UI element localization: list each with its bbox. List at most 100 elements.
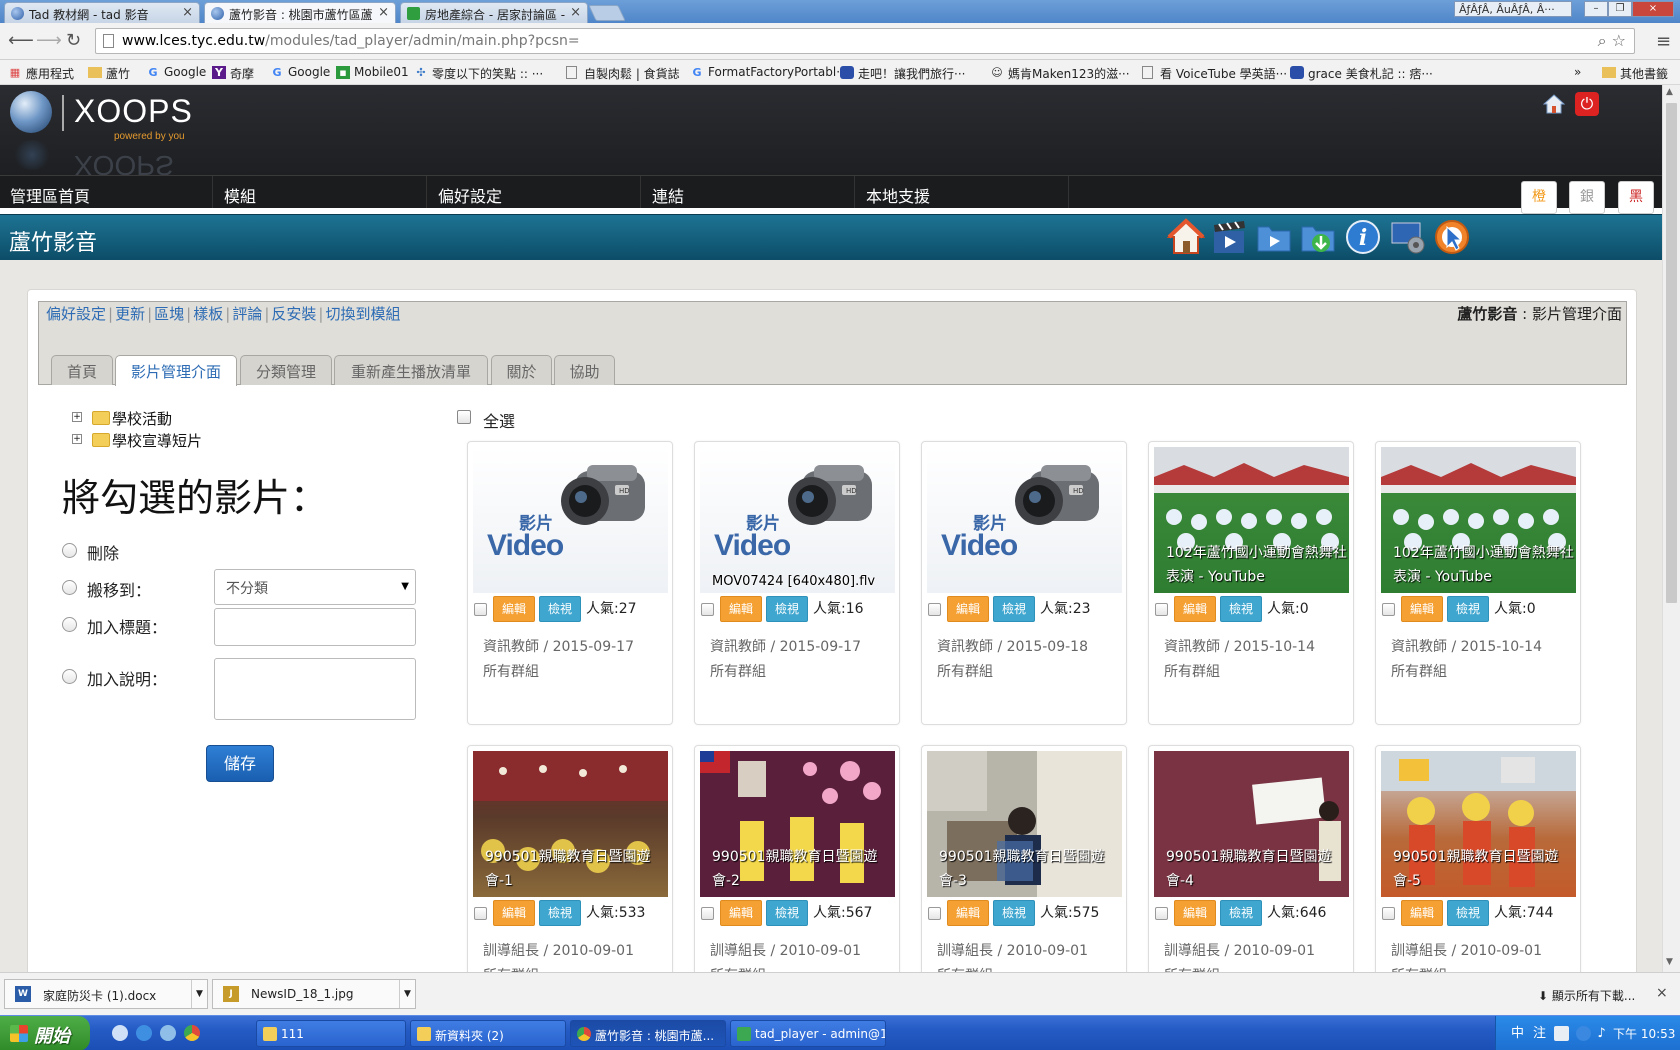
bookmark-apps[interactable]: ▦ 應用程式 <box>8 65 74 82</box>
forward-arrow-icon[interactable]: ⟶ <box>36 31 62 51</box>
tab-close-icon[interactable]: × <box>570 5 581 20</box>
bookmark-google[interactable]: G Google <box>146 65 206 79</box>
edit-button[interactable]: 編輯 <box>493 596 535 622</box>
scroll-up-icon[interactable]: ▲ <box>1666 87 1673 97</box>
link-uninstall[interactable]: 反安裝 <box>271 305 316 323</box>
bookmark-grace[interactable]: grace 美食札記 :: 痞··· <box>1290 65 1433 82</box>
link-blocks[interactable]: 區塊 <box>154 305 184 323</box>
edit-button[interactable]: 編輯 <box>493 900 535 926</box>
link-templates[interactable]: 樣板 <box>193 305 223 323</box>
tab-close-icon[interactable]: × <box>182 5 193 20</box>
video-thumbnail[interactable]: 990501親職教育日暨園遊會-3 <box>927 751 1122 897</box>
view-button[interactable]: 檢視 <box>539 596 581 622</box>
edit-button[interactable]: 編輯 <box>1174 900 1216 926</box>
show-all-downloads-link[interactable]: ⬇ 顯示所有下載... <box>1538 987 1635 1004</box>
browser-tab[interactable]: Tad 教材網 - tad 影音 × <box>4 2 200 23</box>
video-select-checkbox[interactable] <box>928 603 941 616</box>
bookmark-voicetube[interactable]: 看 VoiceTube 學英語··· <box>1142 65 1287 82</box>
logout-power-icon[interactable]: ⏻ <box>1575 92 1599 116</box>
view-button[interactable]: 檢視 <box>766 900 808 926</box>
video-select-checkbox[interactable] <box>1155 603 1168 616</box>
video-select-checkbox[interactable] <box>928 907 941 920</box>
radio-move[interactable] <box>62 580 77 595</box>
tab-regenerate-playlist[interactable]: 重新產生播放清單 <box>334 355 488 385</box>
menu-icon[interactable]: ≡ <box>1656 31 1671 52</box>
taskbar-new-folder[interactable]: 新資料夾 (2) <box>410 1020 566 1047</box>
select-all-checkbox[interactable] <box>457 410 471 424</box>
tab-category-management[interactable]: 分類管理 <box>240 355 332 385</box>
page-scrollbar[interactable]: ▲ ▼ <box>1662 85 1680 972</box>
tab-about[interactable]: 關於 <box>491 355 552 385</box>
edit-button[interactable]: 編輯 <box>947 596 989 622</box>
bookmark-recipe[interactable]: 自製肉鬆 | 食貨誌 <box>566 65 680 82</box>
link-preferences[interactable]: 偏好設定 <box>46 305 106 323</box>
minimize-button[interactable]: – <box>1584 1 1608 17</box>
view-button[interactable]: 檢視 <box>539 900 581 926</box>
video-thumbnail[interactable]: 990501親職教育日暨園遊會-5 <box>1381 751 1576 897</box>
star-icon[interactable]: ☆ <box>1612 31 1626 50</box>
view-button[interactable]: 檢視 <box>1220 900 1262 926</box>
download-menu-arrow-icon[interactable]: ▼ <box>191 980 207 1008</box>
edit-button[interactable]: 編輯 <box>1401 596 1443 622</box>
save-button[interactable]: 儲存 <box>206 745 274 782</box>
bookmark-formatfactory[interactable]: G FormatFactoryPortabl··· <box>690 65 847 79</box>
video-thumbnail[interactable]: HD 影片 Video <box>927 447 1122 593</box>
video-select-checkbox[interactable] <box>474 907 487 920</box>
view-button[interactable]: 檢視 <box>766 596 808 622</box>
bookmark-maken[interactable]: ☺ 媽肯Maken123的滋··· <box>990 65 1129 82</box>
new-tab-button[interactable] <box>588 5 626 21</box>
video-thumbnail[interactable]: 990501親職教育日暨園遊會-4 <box>1154 751 1349 897</box>
video-select-checkbox[interactable] <box>1382 907 1395 920</box>
bookmark-google[interactable]: G Google <box>270 65 330 79</box>
taskbar-chrome-window[interactable]: 蘆竹影音 : 桃園市蘆... <box>570 1020 726 1047</box>
network-icon[interactable] <box>1576 1026 1591 1041</box>
edit-button[interactable]: 編輯 <box>947 900 989 926</box>
tree-item-school-promo[interactable]: + 學校宣導短片 <box>72 430 202 451</box>
menu-modules[interactable]: 模組 <box>214 176 427 208</box>
edit-button[interactable]: 編輯 <box>1401 900 1443 926</box>
quicklaunch-chrome-icon[interactable] <box>184 1025 200 1041</box>
restore-button[interactable]: ❐ <box>1608 1 1632 17</box>
close-download-shelf-icon[interactable]: × <box>1656 985 1668 1001</box>
edit-button[interactable]: 編輯 <box>720 596 762 622</box>
ime-mode-icon[interactable]: 注 <box>1532 1026 1547 1041</box>
taskbar-folder-111[interactable]: 111 <box>256 1020 406 1047</box>
video-select-checkbox[interactable] <box>474 603 487 616</box>
window-close-button[interactable]: × <box>1632 1 1674 17</box>
address-bar[interactable]: www.lces.tyc.edu.tw/modules/tad_player/a… <box>95 28 1635 54</box>
download-menu-arrow-icon[interactable]: ▼ <box>399 980 415 1008</box>
view-button[interactable]: 檢視 <box>1220 596 1262 622</box>
taskbar-tad-player[interactable]: tad_player - admin@1... <box>730 1020 886 1047</box>
video-thumbnail[interactable]: HD 影片 Video MOV07424 [640x480].flv <box>700 447 895 593</box>
keyboard-icon[interactable] <box>1554 1026 1569 1041</box>
tab-help[interactable]: 協助 <box>554 355 615 385</box>
bookmark-other[interactable]: 其他書籤 <box>1602 65 1668 82</box>
quicklaunch-ie-icon[interactable] <box>136 1025 152 1041</box>
bookmark-travel[interactable]: 走吧！讓我們旅行··· <box>840 65 965 82</box>
video-select-checkbox[interactable] <box>701 907 714 920</box>
menu-local-support[interactable]: 本地支援 <box>856 176 1069 208</box>
edit-button[interactable]: 編輯 <box>1174 596 1216 622</box>
back-arrow-icon[interactable]: ⟵ <box>8 31 34 51</box>
bookmark-folder[interactable]: 蘆竹 <box>88 65 130 82</box>
link-comments[interactable]: 評論 <box>232 305 262 323</box>
bookmark-mobile01[interactable]: ▪ Mobile01 <box>336 65 409 79</box>
folder-download-icon[interactable] <box>1299 217 1337 257</box>
move-category-select[interactable]: 不分類 ▼ <box>214 569 416 605</box>
video-select-checkbox[interactable] <box>701 603 714 616</box>
bookmark-yahoo[interactable]: Y 奇摩 <box>212 65 254 82</box>
start-button[interactable]: 開始 <box>0 1016 90 1050</box>
link-switch-to-module[interactable]: 切換到模組 <box>325 305 400 323</box>
home-icon[interactable] <box>1543 93 1565 115</box>
tab-home[interactable]: 首頁 <box>51 355 113 385</box>
view-button[interactable]: 檢視 <box>1447 900 1489 926</box>
theme-silver-button[interactable]: 銀 <box>1569 181 1605 214</box>
tab-close-icon[interactable]: × <box>378 5 389 20</box>
view-button[interactable]: 檢視 <box>993 900 1035 926</box>
theme-orange-button[interactable]: 橙 <box>1521 181 1557 214</box>
menu-admin-home[interactable]: 管理區首頁 <box>0 176 213 208</box>
radio-add-desc[interactable] <box>62 669 77 684</box>
info-icon[interactable]: i <box>1344 217 1382 257</box>
reload-icon[interactable]: ↻ <box>66 31 81 51</box>
menu-preferences[interactable]: 偏好設定 <box>428 176 641 208</box>
